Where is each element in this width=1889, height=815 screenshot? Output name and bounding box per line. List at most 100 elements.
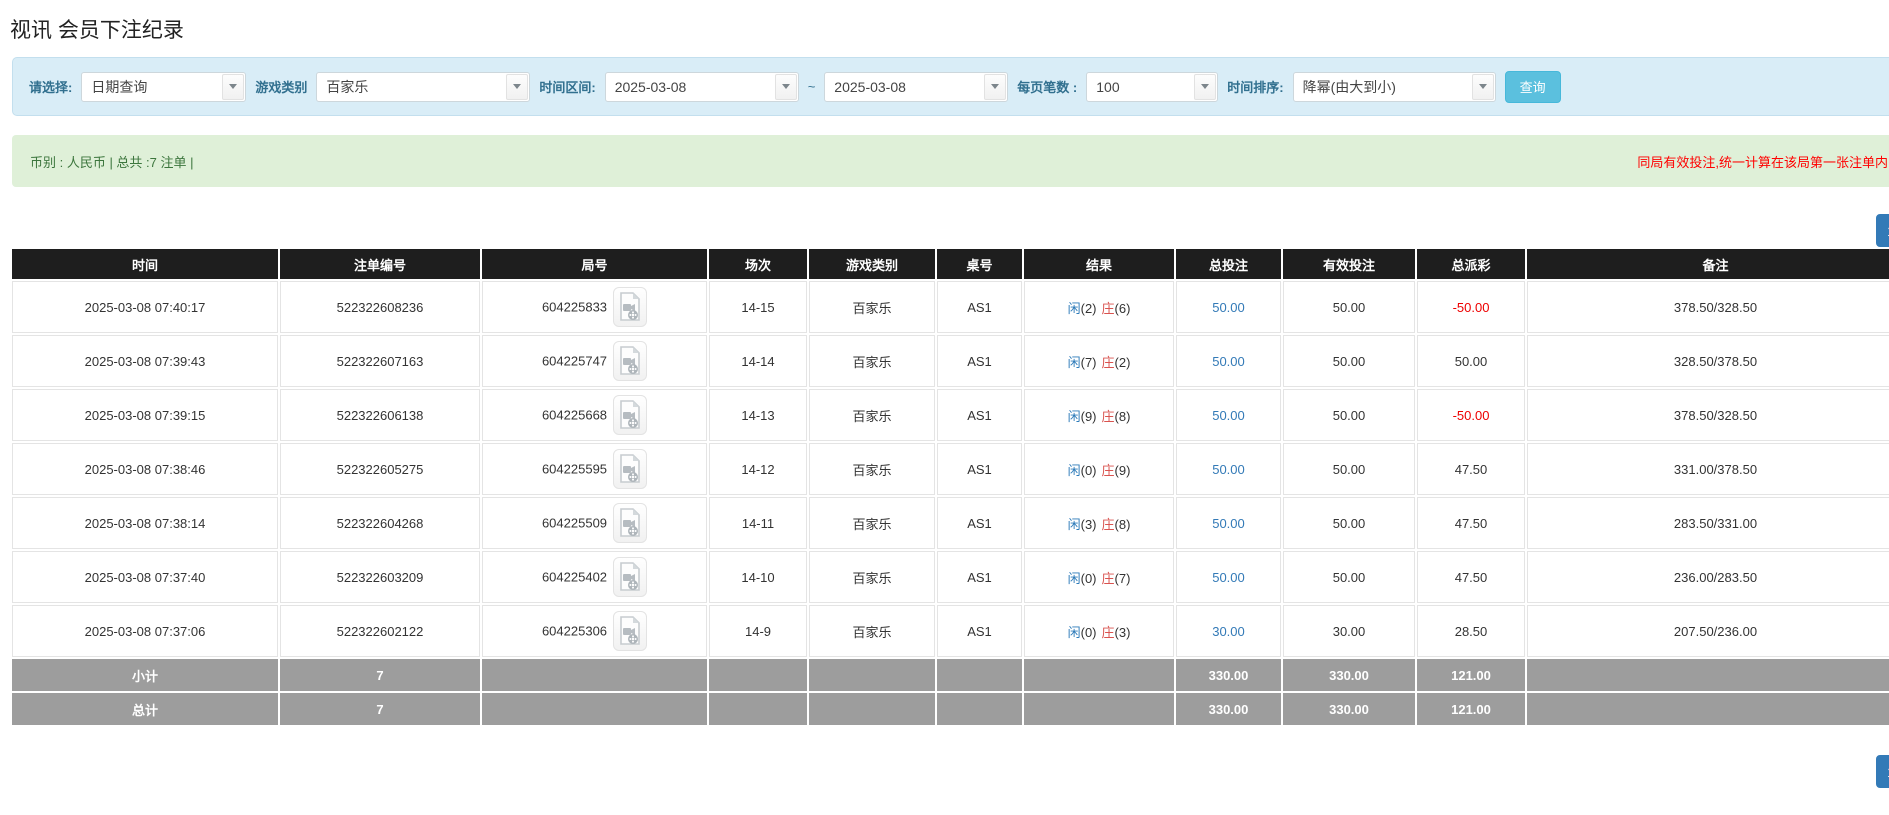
game-type-dropdown-arrow[interactable] — [506, 73, 529, 100]
video-replay-button[interactable] — [613, 503, 648, 543]
cell-game-type: 百家乐 — [809, 551, 935, 603]
valid-bet-notice-text: 同局有效投注,统一计算在该局第一张注单内 — [1637, 154, 1888, 170]
result-player: 闲 — [1067, 516, 1081, 532]
chevron-down-icon — [1478, 84, 1487, 89]
total-bet-link[interactable]: 50.00 — [1212, 462, 1245, 477]
chevron-down-icon — [229, 84, 238, 89]
file-video-icon — [620, 399, 640, 429]
total-bet-link[interactable]: 50.00 — [1212, 354, 1245, 369]
result-banker: 庄 — [1101, 408, 1115, 424]
result-player: 闲 — [1067, 462, 1081, 478]
search-button[interactable]: 查询 — [1504, 70, 1561, 103]
col-header-valid-bet: 有效投注 — [1283, 249, 1415, 279]
table-header-row: 时间 注单编号 局号 场次 游戏类别 桌号 结果 总投注 有效投注 总派彩 备注 — [12, 249, 1889, 279]
table-row: 2025-03-08 07:40:17 522322608236 6042258… — [12, 281, 1889, 333]
total-bet-link[interactable]: 30.00 — [1212, 624, 1245, 639]
cell-note: 378.50/328.50 — [1527, 281, 1889, 333]
video-replay-button[interactable] — [613, 449, 648, 489]
result-player: 闲 — [1067, 624, 1081, 640]
time-sort-label: 时间排序: — [1227, 80, 1284, 95]
cell-round-no: 604225668 — [482, 389, 707, 441]
cell-game-type: 百家乐 — [809, 281, 935, 333]
cell-bet-no: 522322608236 — [280, 281, 480, 333]
subtotal-valid-bet: 330.00 — [1283, 659, 1415, 691]
cell-payout: 47.50 — [1417, 551, 1525, 603]
date-from-picker[interactable]: 2025-03-08 — [604, 71, 799, 102]
grand-total-payout: 121.00 — [1417, 693, 1525, 725]
cell-session: 14-11 — [709, 497, 807, 549]
game-type-value: 百家乐 — [326, 78, 369, 95]
table-row: 2025-03-08 07:39:43 522322607163 6042257… — [12, 335, 1889, 387]
video-replay-button[interactable] — [613, 341, 648, 381]
total-bet-link[interactable]: 50.00 — [1212, 300, 1245, 315]
cell-total-bet: 50.00 — [1176, 281, 1281, 333]
result-banker: 庄 — [1101, 300, 1115, 316]
result-player-score: (7) — [1080, 354, 1097, 370]
cell-session: 14-15 — [709, 281, 807, 333]
chevron-down-icon — [991, 84, 1000, 89]
cell-bet-no: 522322602122 — [280, 605, 480, 657]
col-header-session: 场次 — [709, 249, 807, 279]
file-video-icon — [620, 291, 640, 321]
query-type-dropdown-arrow[interactable] — [222, 73, 245, 100]
video-replay-button[interactable] — [613, 287, 648, 327]
cell-time: 2025-03-08 07:39:15 — [12, 389, 278, 441]
cell-payout: -50.00 — [1417, 281, 1525, 333]
col-header-time: 时间 — [12, 249, 278, 279]
time-sort-value: 降幂(由大到小) — [1302, 78, 1396, 95]
total-bet-link[interactable]: 50.00 — [1212, 570, 1245, 585]
grand-total-count: 7 — [280, 693, 480, 725]
query-type-dropdown[interactable]: 日期查询 — [81, 71, 247, 102]
result-player-score: (0) — [1080, 462, 1097, 478]
cell-round-no: 604225509 — [482, 497, 707, 549]
game-type-label: 游戏类别 — [255, 80, 308, 95]
cell-result: 闲(0) 庄(7) — [1024, 551, 1174, 603]
table-row: 2025-03-08 07:38:14 522322604268 6042255… — [12, 497, 1889, 549]
game-type-dropdown[interactable]: 百家乐 — [316, 71, 531, 102]
cell-session: 14-14 — [709, 335, 807, 387]
page-number-button[interactable]: 1 — [1876, 214, 1889, 247]
result-player: 闲 — [1067, 354, 1081, 370]
result-player-score: (9) — [1080, 408, 1097, 424]
result-banker-score: (8) — [1114, 516, 1131, 532]
pagination-bottom: 1 — [0, 755, 1889, 788]
subtotal-count: 7 — [280, 659, 480, 691]
table-row: 2025-03-08 07:39:15 522322606138 6042256… — [12, 389, 1889, 441]
result-banker: 庄 — [1101, 462, 1115, 478]
cell-valid-bet: 30.00 — [1283, 605, 1415, 657]
page-size-value: 100 — [1096, 78, 1120, 95]
date-to-arrow[interactable] — [984, 73, 1007, 100]
result-player: 闲 — [1067, 300, 1081, 316]
result-banker: 庄 — [1101, 570, 1115, 586]
grand-total-total-bet: 330.00 — [1176, 693, 1281, 725]
cell-bet-no: 522322604268 — [280, 497, 480, 549]
date-from-arrow[interactable] — [774, 73, 797, 100]
date-from-value: 2025-03-08 — [614, 78, 687, 95]
date-to-picker[interactable]: 2025-03-08 — [824, 71, 1009, 102]
file-video-icon — [620, 615, 640, 645]
cell-note: 207.50/236.00 — [1527, 605, 1889, 657]
cell-valid-bet: 50.00 — [1283, 551, 1415, 603]
page-size-dropdown-arrow[interactable] — [1194, 73, 1217, 100]
cell-total-bet: 50.00 — [1176, 551, 1281, 603]
cell-note: 328.50/378.50 — [1527, 335, 1889, 387]
video-replay-button[interactable] — [613, 611, 648, 651]
total-bet-link[interactable]: 50.00 — [1212, 408, 1245, 423]
cell-table-no: AS1 — [937, 551, 1022, 603]
cell-table-no: AS1 — [937, 281, 1022, 333]
cell-table-no: AS1 — [937, 335, 1022, 387]
total-bet-link[interactable]: 50.00 — [1212, 516, 1245, 531]
currency-total-text: 币别 : 人民币 | 总共 :7 注单 | — [30, 154, 194, 170]
cell-payout: 50.00 — [1417, 335, 1525, 387]
result-banker-score: (9) — [1114, 462, 1131, 478]
time-sort-dropdown-arrow[interactable] — [1471, 73, 1494, 100]
page-size-dropdown[interactable]: 100 — [1086, 71, 1219, 102]
pagination-top: 1 — [0, 214, 1889, 247]
time-range-label: 时间区间: — [539, 80, 596, 95]
cell-game-type: 百家乐 — [809, 605, 935, 657]
file-video-icon — [620, 453, 640, 483]
video-replay-button[interactable] — [613, 557, 648, 597]
video-replay-button[interactable] — [613, 395, 648, 435]
time-sort-dropdown[interactable]: 降幂(由大到小) — [1292, 71, 1496, 102]
page-number-button[interactable]: 1 — [1876, 755, 1889, 788]
